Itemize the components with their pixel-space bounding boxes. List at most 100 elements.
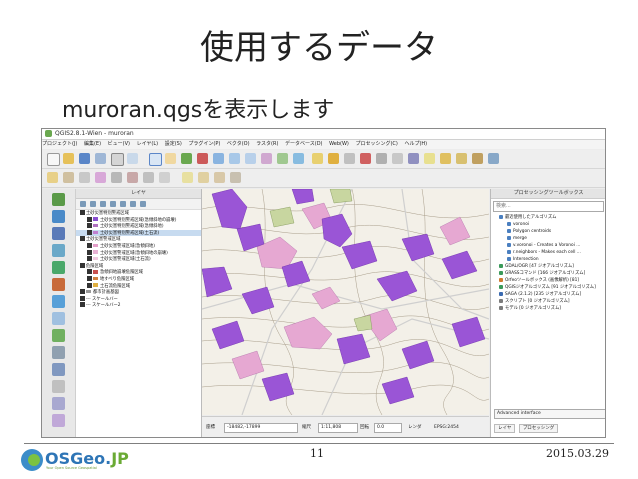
layer-item[interactable]: 土砂災害特別警戒区域(急傾斜地の崩壊) — [76, 216, 201, 224]
annotation-icon[interactable] — [424, 153, 435, 164]
layer-visibility-checkbox[interactable] — [80, 302, 85, 308]
measure-icon[interactable] — [408, 153, 419, 164]
menu-raster[interactable]: ラスタ(R) — [256, 141, 278, 147]
processing-item[interactable]: voronoi — [491, 221, 605, 228]
layer-visibility-checkbox[interactable] — [87, 229, 92, 235]
layer-item[interactable]: 土砂災害警戒区域 — [76, 236, 201, 243]
toggle-editing-icon[interactable] — [63, 172, 74, 183]
layer-item[interactable]: 危険区域 — [76, 262, 201, 270]
menu-project[interactable]: プロジェクト(J) — [42, 141, 77, 147]
rotation-field[interactable]: 0.0 — [374, 423, 402, 433]
select-features-icon[interactable] — [328, 153, 339, 164]
menu-layer[interactable]: レイヤ(L) — [137, 141, 159, 147]
new-gpx-icon[interactable] — [52, 397, 65, 410]
processing-item[interactable]: v.voronoi - Creates a Voronoi ... — [491, 242, 605, 249]
layer-item[interactable]: 土砂災害特別警戒区域(急傾斜地) — [76, 223, 201, 230]
zoom-last-icon[interactable] — [261, 153, 272, 164]
menu-processing[interactable]: プロセッシング(C) — [355, 141, 397, 147]
add-delimited-text-icon[interactable] — [52, 346, 65, 359]
attribute-table-icon[interactable] — [360, 153, 371, 164]
menu-view[interactable]: ビュー(V) — [108, 141, 130, 147]
processing-item[interactable]: r.neighbors - Makes each cell ... — [491, 249, 605, 256]
collapse-all-icon[interactable] — [130, 201, 136, 207]
zoom-layer-icon[interactable] — [229, 153, 240, 164]
layer-item[interactable]: 土砂災害警戒区域(急傾斜地の崩壊) — [76, 249, 201, 257]
layer-item[interactable]: --- スケールバー — [76, 295, 201, 303]
layer-item[interactable]: 地すべり危険区域 — [76, 275, 201, 283]
layer-visibility-checkbox[interactable] — [87, 242, 92, 248]
show-bookmarks-icon[interactable] — [472, 153, 483, 164]
layer-item[interactable]: 土砂災害警戒区域(土石流) — [76, 256, 201, 263]
processing-item[interactable]: GRASSコマンド [166 ジオアルゴリズム] — [491, 270, 605, 277]
menu-vector[interactable]: ベクタ(O) — [227, 141, 250, 147]
layer-visibility-checkbox[interactable] — [87, 275, 92, 281]
new-bookmark-icon[interactable] — [456, 153, 467, 164]
field-calculator-icon[interactable] — [376, 153, 387, 164]
map-tips-icon[interactable] — [440, 153, 451, 164]
pan-to-selection-icon[interactable] — [165, 153, 176, 164]
layer-visibility-checkbox[interactable] — [87, 249, 92, 255]
node-tool-icon[interactable] — [127, 172, 138, 183]
menu-settings[interactable]: 設定(S) — [165, 141, 182, 147]
digitize-icon[interactable] — [52, 414, 65, 427]
add-raster-layer-icon[interactable] — [52, 210, 65, 223]
coordinate-field[interactable]: -18482,-17899 — [224, 423, 298, 433]
add-oracle-layer-icon[interactable] — [52, 278, 65, 291]
processing-search-input[interactable]: 検索... — [493, 201, 604, 212]
expand-all-icon[interactable] — [120, 201, 126, 207]
save-as-icon[interactable] — [95, 153, 106, 164]
deselect-icon[interactable] — [344, 153, 355, 164]
processing-item[interactable]: merge — [491, 235, 605, 242]
pan-tool-icon[interactable] — [149, 153, 162, 166]
layer-item[interactable]: 土砂災害特別警戒区域(土石流) — [76, 229, 201, 237]
processing-item[interactable]: モデル [0 ジオアルゴリズム] — [491, 305, 605, 312]
layer-item[interactable]: --- スケールバー2 — [76, 302, 201, 309]
interface-mode-select[interactable]: Advanced interface — [494, 409, 605, 419]
add-mssql-layer-icon[interactable] — [52, 261, 65, 274]
add-wcs-layer-icon[interactable] — [52, 312, 65, 325]
label-tool-icon[interactable] — [182, 172, 193, 183]
statistics-icon[interactable] — [392, 153, 403, 164]
text-annotation-icon[interactable] — [488, 153, 499, 164]
zoom-selection-icon[interactable] — [245, 153, 256, 164]
layer-item[interactable]: 都市計画基図 — [76, 289, 201, 296]
crs-status[interactable]: EPSG:2454 — [434, 424, 459, 432]
layer-style-icon[interactable] — [80, 201, 86, 207]
zoom-full-icon[interactable] — [213, 153, 224, 164]
new-print-composer-icon[interactable] — [111, 153, 124, 166]
menu-plugins[interactable]: プラグイン(P) — [188, 141, 220, 147]
layer-visibility-checkbox[interactable] — [80, 262, 85, 268]
layer-visibility-checkbox[interactable] — [87, 256, 92, 262]
identify-icon[interactable] — [312, 153, 323, 164]
layer-visibility-checkbox[interactable] — [80, 289, 85, 295]
layer-visibility-checkbox[interactable] — [87, 216, 92, 222]
add-postgis-layer-icon[interactable] — [52, 227, 65, 240]
move-feature-icon[interactable] — [111, 172, 122, 183]
edit-pencil-icon[interactable] — [47, 172, 58, 183]
tab-layers[interactable]: レイヤ — [494, 424, 516, 433]
add-vector-layer-icon[interactable] — [52, 193, 65, 206]
add-group-icon[interactable] — [90, 201, 96, 207]
zoom-next-icon[interactable] — [277, 153, 288, 164]
layer-visibility-checkbox[interactable] — [87, 223, 92, 229]
tab-processing[interactable]: プロセッシング — [518, 424, 559, 433]
zoom-out-icon[interactable] — [197, 153, 208, 164]
pin-label-icon[interactable] — [198, 172, 209, 183]
render-checkbox-label[interactable]: レンダ — [408, 424, 422, 432]
composer-manager-icon[interactable] — [127, 153, 138, 164]
save-project-icon[interactable] — [79, 153, 90, 164]
add-wms-layer-icon[interactable] — [52, 295, 65, 308]
processing-item[interactable]: Orfeoツールボックス (画像解析) [81] — [491, 277, 605, 284]
layer-visibility-checkbox[interactable] — [87, 282, 92, 288]
rotate-label-icon[interactable] — [214, 172, 225, 183]
processing-item[interactable]: SAGA (2.1.2) [235 ジオアルゴリズム] — [491, 291, 605, 298]
processing-item[interactable]: 最近使用したアルゴリズム — [491, 214, 605, 221]
processing-item[interactable]: Polygon centroids — [491, 228, 605, 235]
cut-features-icon[interactable] — [159, 172, 170, 183]
new-shapefile-icon[interactable] — [52, 380, 65, 393]
add-virtual-layer-icon[interactable] — [52, 363, 65, 376]
layer-visibility-checkbox[interactable] — [80, 295, 85, 301]
processing-item[interactable]: QGISジオアルゴリズム [91 ジオアルゴリズム] — [491, 284, 605, 291]
layer-item[interactable]: 土砂災害特別警戒区域 — [76, 210, 201, 217]
layer-visibility-checkbox[interactable] — [80, 210, 85, 215]
